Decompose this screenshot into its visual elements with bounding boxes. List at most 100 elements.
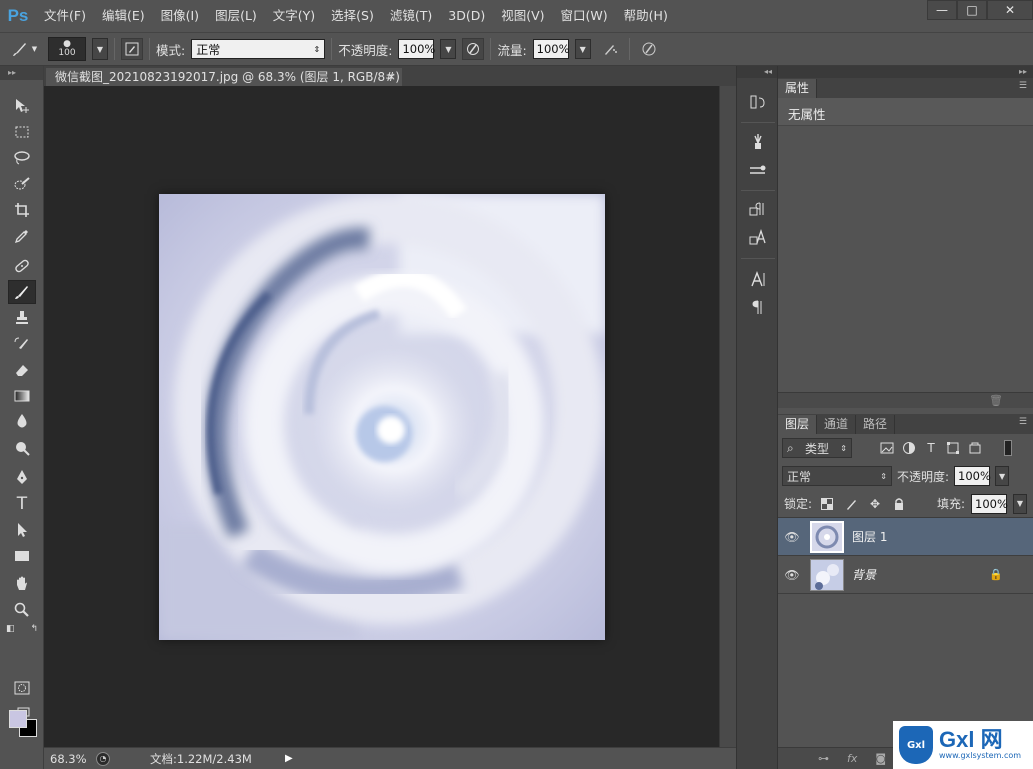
history-brush-tool-icon[interactable] xyxy=(8,332,36,356)
layer-opacity-dropdown-icon[interactable]: ▼ xyxy=(995,466,1010,486)
lock-transparent-icon[interactable] xyxy=(818,495,836,513)
mode-select[interactable]: 正常 ⇕ xyxy=(191,39,326,59)
quick-selection-tool-icon[interactable] xyxy=(8,172,36,196)
link-layers-icon[interactable]: ⊶ xyxy=(818,752,829,765)
blend-mode-select[interactable]: 正常 ⇕ xyxy=(782,466,892,486)
layer-filter-select[interactable]: ⌕ 类型 ⇕ xyxy=(782,438,852,458)
eraser-tool-icon[interactable] xyxy=(8,358,36,382)
brush-tool-preset-icon[interactable]: ▼ xyxy=(6,37,42,61)
type-tool-icon[interactable]: T xyxy=(8,492,36,516)
foreground-color-swatch[interactable] xyxy=(9,710,27,728)
brush-presets-icon[interactable] xyxy=(745,130,771,154)
menu-type[interactable]: 文字(Y) xyxy=(265,0,323,32)
menu-image[interactable]: 图像(I) xyxy=(153,0,207,32)
gradient-tool-icon[interactable] xyxy=(8,384,36,408)
paragraph-styles-icon[interactable] xyxy=(745,198,771,222)
lock-all-icon[interactable] xyxy=(890,495,908,513)
layer-opacity-input[interactable]: 100% xyxy=(954,466,991,486)
menu-view[interactable]: 视图(V) xyxy=(493,0,552,32)
tab-layers[interactable]: 图层 xyxy=(778,415,818,434)
layer-name[interactable]: 背景 xyxy=(852,566,876,583)
fill-dropdown-icon[interactable]: ▼ xyxy=(1013,493,1027,514)
tab-channels[interactable]: 通道 xyxy=(817,415,857,434)
pen-tool-icon[interactable] xyxy=(8,466,36,490)
layer-style-icon[interactable]: fx xyxy=(847,752,857,765)
add-mask-icon[interactable]: ◙ xyxy=(875,752,886,765)
switch-colors-icon[interactable]: ↰ xyxy=(30,624,38,634)
blur-tool-icon[interactable] xyxy=(8,410,36,434)
airbrush-icon[interactable] xyxy=(597,37,623,61)
filter-shape-icon[interactable] xyxy=(944,439,962,457)
brush-panel-toggle-icon[interactable] xyxy=(121,38,143,60)
swap-colors-icon[interactable]: ◧ ↰ xyxy=(6,622,38,636)
tab-paths[interactable]: 路径 xyxy=(856,415,896,434)
brush-panel-icon[interactable] xyxy=(745,158,771,182)
pressure-size-icon[interactable] xyxy=(636,37,662,61)
hand-tool-icon[interactable] xyxy=(8,572,36,596)
status-info-icon[interactable]: ◔ xyxy=(96,751,110,766)
menu-3d[interactable]: 3D(D) xyxy=(440,0,493,32)
eyedropper-tool-icon[interactable] xyxy=(8,224,36,248)
character-panel-icon[interactable] xyxy=(745,268,771,292)
menu-edit[interactable]: 编辑(E) xyxy=(94,0,153,32)
minimize-button[interactable]: — xyxy=(927,0,957,20)
close-icon[interactable]: × xyxy=(387,68,396,86)
clone-stamp-tool-icon[interactable] xyxy=(8,306,36,330)
tab-properties[interactable]: 属性 xyxy=(778,79,818,98)
menu-file[interactable]: 文件(F) xyxy=(36,0,94,32)
healing-brush-tool-icon[interactable] xyxy=(8,254,36,278)
opacity-input[interactable]: 100% xyxy=(398,39,435,59)
filter-pixel-icon[interactable] xyxy=(878,439,896,457)
zoom-tool-icon[interactable] xyxy=(8,598,36,622)
collapse-arrows-icon[interactable]: ◂◂ xyxy=(737,66,777,78)
fill-input[interactable]: 100% xyxy=(971,493,1008,514)
collapse-arrows-icon[interactable]: ▸▸ xyxy=(0,66,43,80)
layer-row-layer1[interactable]: 👁 图层 1 xyxy=(778,518,1033,556)
canvas-area[interactable] xyxy=(44,86,719,747)
menu-window[interactable]: 窗口(W) xyxy=(553,0,616,32)
character-styles-icon[interactable] xyxy=(745,226,771,250)
restore-button[interactable]: □ xyxy=(957,0,987,20)
lock-pixels-icon[interactable] xyxy=(842,495,860,513)
menu-filter[interactable]: 滤镜(T) xyxy=(382,0,440,32)
eye-icon[interactable]: 👁 xyxy=(778,530,806,544)
flow-dropdown-icon[interactable]: ▼ xyxy=(574,39,591,59)
trash-icon[interactable]: 🗑 xyxy=(989,394,1003,407)
layer-name[interactable]: 图层 1 xyxy=(852,528,887,545)
panel-menu-icon[interactable]: ☰ xyxy=(1019,417,1027,427)
marquee-tool-icon[interactable] xyxy=(8,120,36,144)
move-tool-icon[interactable] xyxy=(8,94,36,118)
eye-icon[interactable]: 👁 xyxy=(778,568,806,582)
document-tab[interactable]: 微信截图_20210823192017.jpg @ 68.3% (图层 1, R… xyxy=(46,68,402,86)
default-colors-icon[interactable]: ◧ xyxy=(6,624,15,634)
brush-size-picker[interactable]: ● 100 xyxy=(48,37,86,61)
filter-toggle-switch[interactable] xyxy=(1004,440,1012,456)
vertical-scrollbar[interactable] xyxy=(719,86,736,747)
dodge-tool-icon[interactable] xyxy=(8,436,36,460)
menu-select[interactable]: 选择(S) xyxy=(323,0,382,32)
brush-tool-icon[interactable] xyxy=(8,280,36,304)
filter-type-icon[interactable]: T xyxy=(922,439,940,457)
status-menu-arrow-icon[interactable]: ▶ xyxy=(285,753,293,764)
brush-size-dropdown-icon[interactable]: ▼ xyxy=(92,38,108,60)
panel-menu-icon[interactable]: ☰ xyxy=(1019,81,1027,91)
menu-layer[interactable]: 图层(L) xyxy=(207,0,265,32)
path-selection-tool-icon[interactable] xyxy=(8,518,36,542)
zoom-level[interactable]: 68.3% xyxy=(44,752,96,766)
quick-mask-icon[interactable] xyxy=(8,676,36,700)
lock-position-icon[interactable]: ✥ xyxy=(866,495,884,513)
filter-adjustment-icon[interactable] xyxy=(900,439,918,457)
pressure-opacity-icon[interactable] xyxy=(462,38,485,60)
menu-help[interactable]: 帮助(H) xyxy=(616,0,676,32)
opacity-dropdown-icon[interactable]: ▼ xyxy=(440,39,457,59)
rectangle-tool-icon[interactable] xyxy=(8,544,36,568)
flow-input[interactable]: 100% xyxy=(532,39,570,59)
expand-arrows-icon[interactable]: ▸▸ xyxy=(778,66,1033,78)
filter-smart-object-icon[interactable] xyxy=(966,439,984,457)
history-panel-icon[interactable] xyxy=(745,90,771,114)
crop-tool-icon[interactable] xyxy=(8,198,36,222)
paragraph-panel-icon[interactable] xyxy=(745,296,771,320)
close-button[interactable]: ✕ xyxy=(987,0,1033,20)
layer-row-background[interactable]: 👁 背景 🔒 xyxy=(778,556,1033,594)
lasso-tool-icon[interactable] xyxy=(8,146,36,170)
